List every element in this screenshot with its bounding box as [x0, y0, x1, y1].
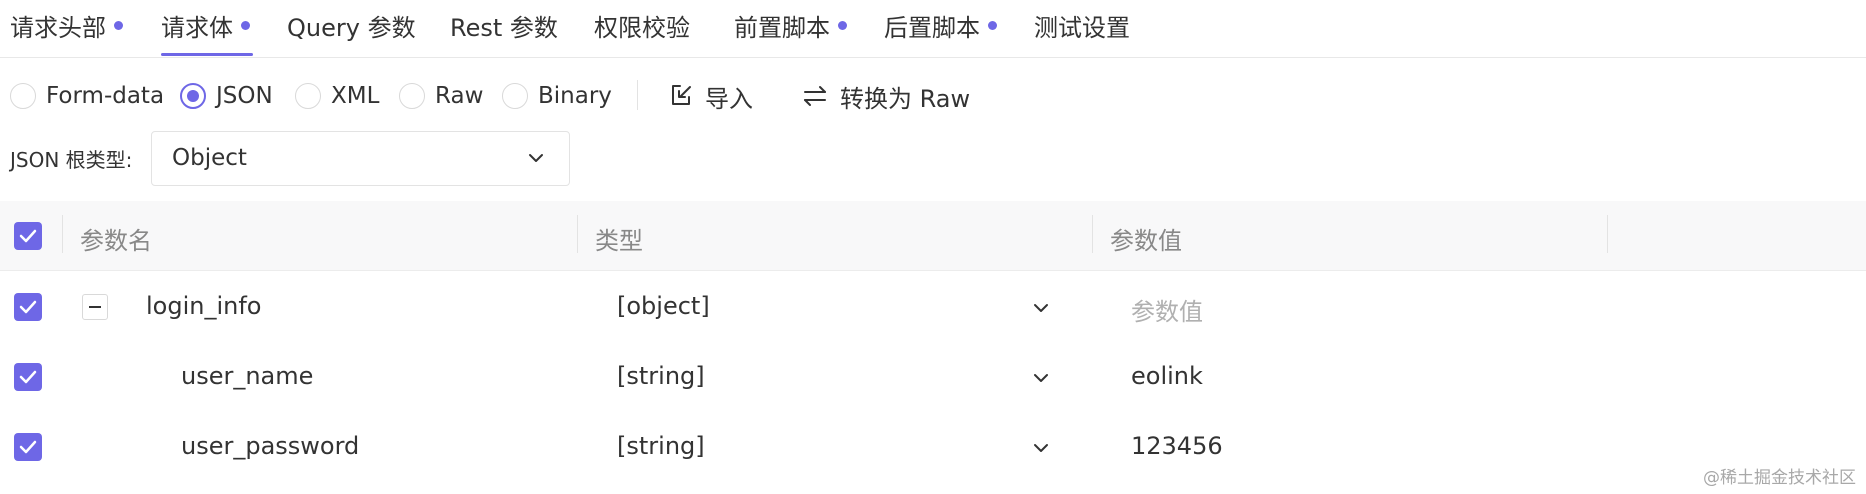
check-icon	[19, 300, 37, 314]
import-button[interactable]: 导入	[669, 78, 753, 114]
tab-label: 请求头部	[10, 14, 106, 42]
params-table-header: 参数名 类型 参数值	[0, 201, 1866, 271]
radio-label: Raw	[435, 83, 484, 109]
tab-label: Query 参数	[287, 14, 416, 42]
chevron-down-icon[interactable]	[1032, 369, 1050, 387]
param-type[interactable]: [string]	[617, 432, 705, 460]
param-value-input[interactable]: 参数值	[1131, 292, 1203, 327]
column-separator[interactable]	[1607, 215, 1608, 253]
header-param-value: 参数值	[1110, 227, 1182, 255]
tab-pre-script[interactable]: 前置脚本	[734, 8, 847, 48]
param-type[interactable]: [object]	[617, 292, 710, 320]
table-row: login_info [object] 参数值	[0, 272, 1866, 342]
column-separator[interactable]	[577, 215, 578, 253]
row-checkbox[interactable]	[14, 293, 42, 321]
modified-dot-icon	[838, 21, 847, 30]
collapse-icon[interactable]	[82, 294, 108, 320]
modified-dot-icon	[988, 21, 997, 30]
request-tabs: 请求头部 请求体 Query 参数 Rest 参数 权限校验 前置脚本 后置脚本…	[0, 0, 1866, 58]
radio-form-data[interactable]: Form-data	[10, 79, 164, 113]
import-icon	[672, 85, 691, 105]
modified-dot-icon	[241, 21, 250, 30]
header-type: 类型	[595, 227, 643, 255]
convert-label: 转换为 Raw	[840, 84, 971, 113]
param-name[interactable]: user_name	[181, 362, 313, 390]
tab-label: 请求体	[161, 14, 233, 42]
radio-circle-icon	[399, 83, 425, 109]
tab-rest-params[interactable]: Rest 参数	[450, 8, 558, 48]
radio-raw[interactable]: Raw	[399, 79, 483, 113]
tab-label: 后置脚本	[884, 14, 980, 42]
active-tab-indicator	[161, 53, 253, 56]
radio-label: Form-data	[46, 83, 165, 109]
column-separator[interactable]	[1092, 215, 1093, 253]
tab-label: 测试设置	[1034, 14, 1130, 42]
radio-json[interactable]: JSON	[180, 79, 273, 113]
json-root-type-value: Object	[172, 145, 247, 171]
chevron-down-icon[interactable]	[1032, 299, 1050, 317]
radio-label: JSON	[216, 83, 273, 109]
check-icon	[19, 440, 37, 454]
radio-circle-icon	[502, 83, 528, 109]
json-root-type-label: JSON 根类型:	[10, 148, 133, 172]
tab-request-headers[interactable]: 请求头部	[10, 8, 123, 48]
chevron-down-icon	[529, 154, 543, 162]
toolbar-divider	[637, 80, 638, 110]
radio-circle-icon	[10, 83, 36, 109]
param-type[interactable]: [string]	[617, 362, 705, 390]
watermark: @稀土掘金技术社区	[1703, 468, 1856, 488]
chevron-down-icon[interactable]	[1032, 439, 1050, 457]
radio-label: Binary	[538, 83, 612, 109]
radio-binary[interactable]: Binary	[502, 79, 612, 113]
radio-circle-icon	[295, 83, 321, 109]
param-name[interactable]: login_info	[146, 292, 261, 320]
select-all-checkbox[interactable]	[14, 222, 42, 250]
check-icon	[19, 370, 37, 384]
param-value-input[interactable]: 123456	[1131, 432, 1223, 460]
column-separator	[62, 215, 63, 253]
param-name[interactable]: user_password	[181, 432, 359, 460]
tab-post-script[interactable]: 后置脚本	[884, 8, 997, 48]
tab-request-body[interactable]: 请求体	[161, 8, 250, 48]
radio-circle-selected-icon	[180, 83, 206, 109]
import-label: 导入	[705, 84, 753, 113]
tab-query-params[interactable]: Query 参数	[287, 8, 416, 48]
param-value-input[interactable]: eolink	[1131, 362, 1203, 390]
check-icon	[19, 229, 37, 243]
table-row: user_password [string] 123456	[0, 412, 1866, 482]
tab-label: 前置脚本	[734, 14, 830, 42]
modified-dot-icon	[114, 21, 123, 30]
row-checkbox[interactable]	[14, 433, 42, 461]
tab-label: Rest 参数	[450, 14, 558, 42]
tab-auth[interactable]: 权限校验	[594, 8, 690, 48]
header-param-name: 参数名	[80, 227, 152, 255]
convert-icon	[804, 86, 826, 106]
radio-xml[interactable]: XML	[295, 79, 379, 113]
tab-test-settings[interactable]: 测试设置	[1034, 8, 1130, 48]
table-row: user_name [string] eolink	[0, 342, 1866, 412]
json-root-type-select[interactable]: Object	[151, 131, 570, 186]
radio-label: XML	[331, 83, 380, 109]
row-checkbox[interactable]	[14, 363, 42, 391]
tab-label: 权限校验	[594, 14, 690, 42]
convert-to-raw-button[interactable]: 转换为 Raw	[802, 78, 970, 114]
